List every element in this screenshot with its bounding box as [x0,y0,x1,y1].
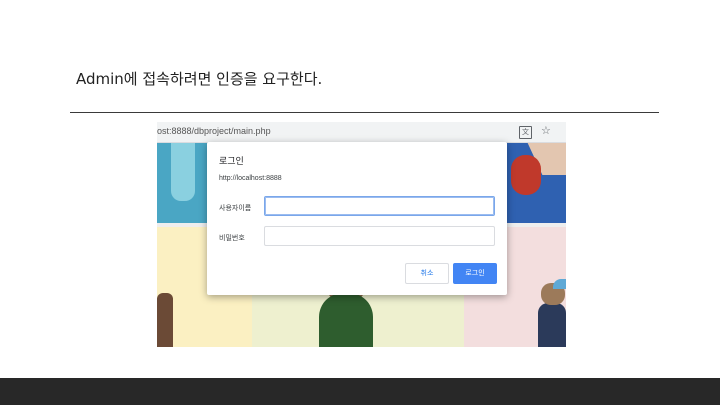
slide-title: Admin에 접속하려면 인증을 요구한다. [76,70,323,88]
address-bar[interactable]: ost:8888/dbproject/main.php 文 ☆ [157,122,566,143]
cancel-button[interactable]: 취소 [405,263,449,284]
photo-figure [538,303,566,347]
photo-figure [319,293,373,347]
photo-figure [553,279,566,289]
photo-tile [171,143,195,201]
url-text: ost:8888/dbproject/main.php [157,126,271,136]
dialog-title: 로그인 [219,157,244,167]
password-input[interactable] [264,226,495,246]
footer-bar [0,378,720,405]
password-label: 비밀번호 [219,234,245,242]
dialog-site-url: http://localhost:8888 [219,175,282,182]
photo-figure [157,293,173,347]
login-button[interactable]: 로그인 [453,263,497,284]
browser-screenshot: ost:8888/dbproject/main.php 文 ☆ 로그인 http… [157,122,566,347]
title-divider [70,112,659,113]
login-dialog: 로그인 http://localhost:8888 사용자이름 비밀번호 취소 … [207,142,507,295]
star-icon[interactable]: ☆ [541,124,551,138]
username-input[interactable] [264,196,495,216]
translate-icon[interactable]: 文 [519,126,532,139]
photo-tile [511,155,541,195]
username-label: 사용자이름 [219,204,252,212]
